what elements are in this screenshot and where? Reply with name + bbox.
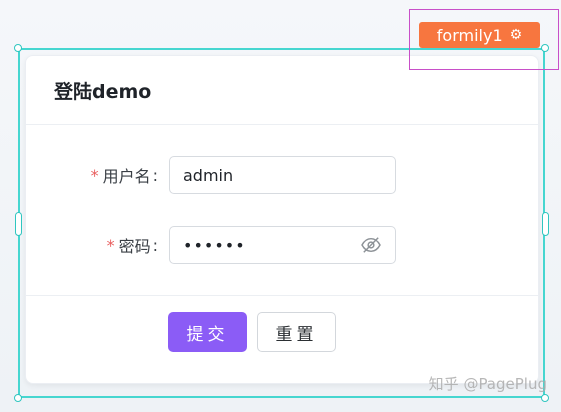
required-mark: * — [90, 165, 99, 185]
reset-button[interactable]: 重置 — [257, 312, 336, 352]
password-row: * 密码 : •••••• — [26, 226, 538, 264]
resize-handle-left[interactable] — [15, 212, 22, 236]
watermark: 知乎 @PagePlug — [428, 375, 547, 393]
password-value: •••••• — [183, 235, 246, 255]
resize-handle-top-left[interactable] — [14, 44, 22, 52]
resize-handle-right[interactable] — [542, 212, 549, 236]
component-tag[interactable]: formily1 ⚙ — [419, 22, 540, 48]
login-card: 登陆demo * 用户名 : admin * 密码 : •••••• 提交 重置 — [25, 55, 539, 384]
resize-handle-bottom-left[interactable] — [14, 394, 22, 402]
password-input[interactable]: •••••• — [169, 226, 396, 264]
username-label: * 用户名 : — [91, 156, 158, 194]
resize-handle-bottom-right[interactable] — [541, 394, 549, 402]
required-mark: * — [106, 235, 115, 255]
component-tag-label: formily1 — [436, 25, 503, 45]
label-colon: : — [152, 235, 158, 255]
submit-button[interactable]: 提交 — [168, 312, 247, 352]
password-label-text: 密码 — [118, 237, 151, 256]
username-row: * 用户名 : admin — [26, 156, 538, 194]
password-label: * 密码 : — [107, 226, 158, 264]
username-value: admin — [183, 165, 234, 185]
eye-off-icon[interactable] — [360, 236, 382, 254]
username-label-text: 用户名 — [102, 167, 151, 186]
username-input[interactable]: admin — [169, 156, 396, 194]
gear-icon[interactable]: ⚙ — [510, 28, 523, 42]
card-title: 登陆demo — [54, 80, 152, 103]
card-footer: 提交 重置 — [26, 295, 538, 385]
label-colon: : — [152, 165, 158, 185]
